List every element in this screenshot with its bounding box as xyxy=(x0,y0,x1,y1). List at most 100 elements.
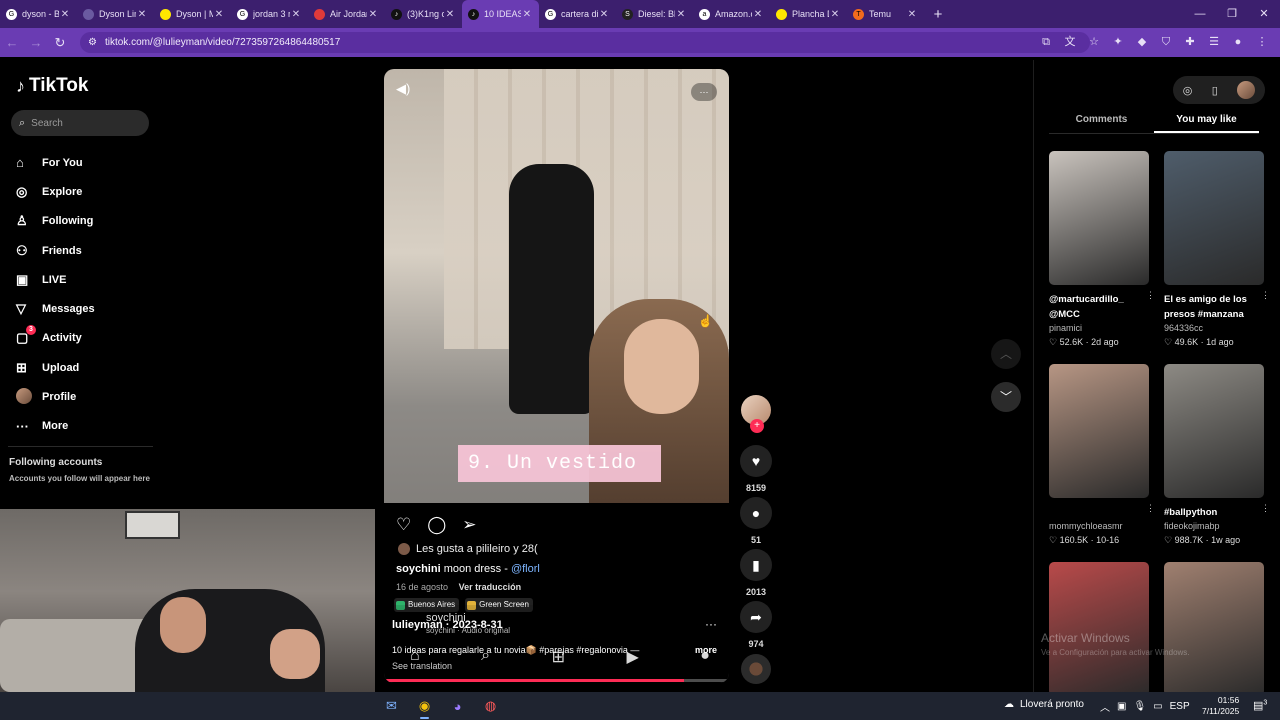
card-title[interactable] xyxy=(1049,505,1149,520)
recommended-card[interactable]: ⋮ @martucardillo_ @MCC pinamici ♡ 52.6K · 2… xyxy=(1049,151,1155,350)
card-title[interactable]: El es amigo de los presos #manzana xyxy=(1164,292,1264,322)
sidebar-item-following[interactable]: ♙ Following xyxy=(16,207,95,236)
browser-tab[interactable]: T Temu ✕ xyxy=(847,0,924,28)
tab-close-icon[interactable]: ✕ xyxy=(367,9,379,20)
video-thumbnail[interactable] xyxy=(1049,562,1149,696)
bookmark-star-icon[interactable]: ☆ xyxy=(1082,32,1106,53)
tab-close-icon[interactable]: ✕ xyxy=(829,9,841,20)
minimize-button[interactable]: — xyxy=(1184,0,1216,28)
recommended-card[interactable] xyxy=(1049,562,1149,696)
video-thumbnail[interactable] xyxy=(1164,364,1264,498)
sidebar-item-profile[interactable]: Profile xyxy=(16,382,95,411)
taskbar-chrome-icon[interactable]: ◉ xyxy=(408,692,441,720)
browser-tab[interactable]: Gjordan 3 retr✕ xyxy=(231,0,308,28)
tab-close-icon[interactable]: ✕ xyxy=(213,9,225,20)
taskbar-outlook-icon[interactable]: ✉ xyxy=(375,692,408,720)
profile-icon[interactable]: ● xyxy=(1226,32,1250,53)
language-indicator[interactable]: ESP xyxy=(1170,701,1190,712)
recommended-card[interactable] xyxy=(1164,562,1264,696)
recommended-card[interactable]: ⋮ El es amigo de los presos #manzana 96433… xyxy=(1164,151,1270,350)
video-author[interactable]: lulieyman · 2023-8-31 xyxy=(392,619,503,631)
forward-button[interactable]: → xyxy=(24,35,48,50)
video-options-icon[interactable]: ⋯ xyxy=(691,83,717,101)
tab-close-icon[interactable]: ✕ xyxy=(906,9,918,20)
browser-tab[interactable]: ♪ (3)K1ng cue✕ xyxy=(385,0,462,28)
phone-icon[interactable]: ▯ xyxy=(1212,84,1218,97)
sidebar-item-live[interactable]: ▣ LIVE xyxy=(16,265,95,294)
save-button[interactable]: ▮ 2013 xyxy=(739,549,773,597)
next-video-button[interactable]: ﹀ xyxy=(991,382,1021,412)
new-tab-button[interactable]: + xyxy=(924,6,952,23)
browser-tab[interactable]: Air Jordan 3✕ xyxy=(308,0,385,28)
user-avatar[interactable] xyxy=(1237,81,1256,99)
card-more-icon[interactable]: ⋮ xyxy=(1146,503,1155,514)
browser-tab[interactable]: Gdyson - Busc✕ xyxy=(0,0,77,28)
tab-close-icon[interactable]: ✕ xyxy=(136,9,148,20)
taskbar-obs-icon[interactable]: ◍ xyxy=(474,692,507,720)
tab-you-may-like[interactable]: You may like xyxy=(1154,114,1259,133)
weather-widget[interactable]: ☁ Lloverá pronto xyxy=(1004,699,1084,710)
site-info-icon[interactable]: ⚙ xyxy=(88,37,97,48)
sidebar-item-friends[interactable]: ⚇ Friends xyxy=(16,236,95,265)
card-author[interactable]: mommychloeasmr xyxy=(1049,520,1149,533)
browser-tab[interactable]: S Diesel: Black✕ xyxy=(616,0,693,28)
video-thumbnail[interactable] xyxy=(1049,364,1149,498)
taskbar-discord-icon[interactable]: ◕ xyxy=(441,692,474,720)
notification-center-icon[interactable]: ▤3 xyxy=(1253,699,1267,712)
video-author-name[interactable]: lulieyman xyxy=(392,619,443,631)
tab-close-icon[interactable]: ✕ xyxy=(59,9,71,20)
video-thumbnail[interactable] xyxy=(1049,151,1149,285)
sidebar-item-messages[interactable]: ▽ Messages xyxy=(16,294,95,323)
sidebar-item-activity[interactable]: ▢ 3 Activity xyxy=(16,324,95,353)
card-author[interactable]: fideokojimabp xyxy=(1164,520,1264,533)
extensions-puzzle-icon[interactable]: ✚ xyxy=(1178,32,1202,53)
tray-chevron-icon[interactable]: ︿ xyxy=(1100,699,1110,714)
tab-close-icon[interactable]: ✕ xyxy=(598,9,610,20)
music-disc-icon[interactable] xyxy=(741,654,771,684)
address-bar[interactable]: ⚙ tiktok.com/@lulieyman/video/7273597264… xyxy=(80,32,1090,53)
tiktok-logo[interactable]: ♪ TikTok xyxy=(16,75,88,97)
like-button[interactable]: ♥ 8159 xyxy=(739,445,773,493)
recommended-card[interactable]: ⋮ mommychloeasmr ♡ 160.5K · 10-16 xyxy=(1049,364,1155,548)
compass-icon[interactable]: ◎ xyxy=(1183,84,1193,97)
tab-close-icon[interactable]: ✕ xyxy=(290,9,302,20)
tab-close-icon[interactable]: ✕ xyxy=(521,9,533,20)
follow-plus-icon[interactable]: + xyxy=(750,419,764,433)
browser-tab[interactable]: ♪ 10 IDEAS PA✕ xyxy=(462,0,539,28)
tab-close-icon[interactable]: ✕ xyxy=(444,9,456,20)
card-author[interactable]: pinamici xyxy=(1049,322,1149,335)
card-more-icon[interactable]: ⋮ xyxy=(1261,290,1270,301)
tab-comments[interactable]: Comments xyxy=(1049,114,1154,133)
card-title[interactable]: @martucardillo_ @MCC xyxy=(1049,292,1149,322)
tab-close-icon[interactable]: ✕ xyxy=(675,9,687,20)
network-icon[interactable]: ▭ xyxy=(1153,701,1162,712)
browser-tab[interactable]: a Amazon.com✕ xyxy=(693,0,770,28)
restore-button[interactable]: ❐ xyxy=(1216,0,1248,28)
see-translation-link[interactable]: See translation xyxy=(392,661,452,671)
extension-shield-icon[interactable]: ⛉ xyxy=(1154,32,1178,53)
description-more-link[interactable]: more xyxy=(695,645,717,655)
video-player[interactable]: ◀) ⋯ 9. Un vestido ♡ ◯ ➢ Les gusta a pil… xyxy=(384,69,729,683)
reading-list-icon[interactable]: ☰ xyxy=(1202,32,1226,53)
sidebar-item-upload[interactable]: ⊞ Upload xyxy=(16,353,95,382)
volume-icon[interactable]: ◀) xyxy=(396,81,410,97)
back-button[interactable]: ← xyxy=(0,35,24,50)
share-button[interactable]: ➦ 974 xyxy=(739,601,773,649)
extension-fox-icon[interactable]: ✦ xyxy=(1106,32,1130,53)
previous-video-button[interactable]: ︿ xyxy=(991,339,1021,369)
install-app-icon[interactable]: ⧉ xyxy=(1034,32,1058,53)
card-more-icon[interactable]: ⋮ xyxy=(1261,503,1270,514)
tray-app-icon[interactable]: ▣ xyxy=(1117,701,1126,712)
video-thumbnail[interactable] xyxy=(1164,562,1264,696)
video-more-icon[interactable]: ··· xyxy=(705,617,717,631)
browser-tab[interactable]: Gcartera diese✕ xyxy=(539,0,616,28)
translate-icon[interactable]: 文 xyxy=(1058,32,1082,53)
taskbar-clock[interactable]: 01:56 7/11/2025 xyxy=(1202,695,1239,717)
comment-button[interactable]: ● 51 xyxy=(739,497,773,545)
tab-close-icon[interactable]: ✕ xyxy=(752,9,764,20)
close-window-button[interactable]: ✕ xyxy=(1248,0,1280,28)
sidebar-item-explore[interactable]: ◎ Explore xyxy=(16,177,95,206)
reload-button[interactable]: ↻ xyxy=(48,35,72,51)
video-thumbnail[interactable] xyxy=(1164,151,1264,285)
card-title[interactable]: #ballpython xyxy=(1164,505,1264,520)
